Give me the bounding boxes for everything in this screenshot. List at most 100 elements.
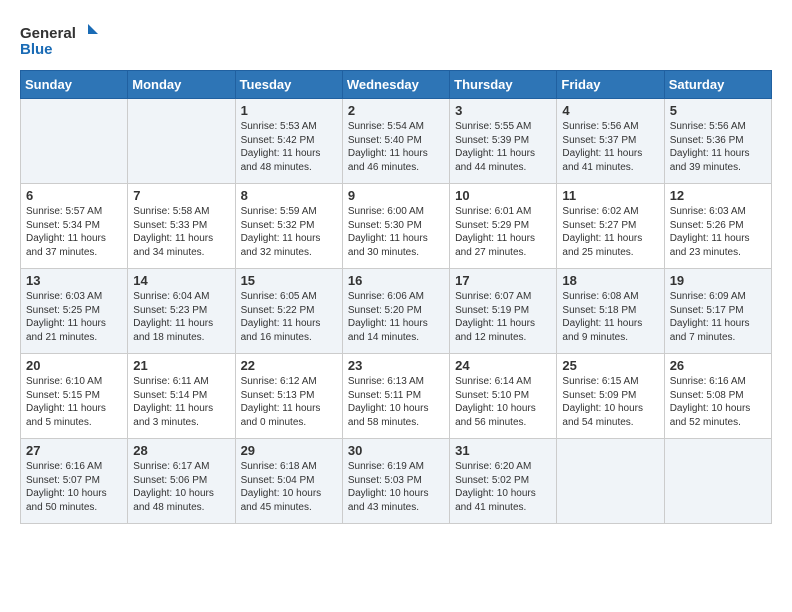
- day-number: 6: [26, 188, 122, 203]
- weekday-header-tuesday: Tuesday: [235, 71, 342, 99]
- logo-svg: GeneralBlue: [20, 20, 100, 60]
- weekday-header-sunday: Sunday: [21, 71, 128, 99]
- day-info: Sunrise: 6:04 AMSunset: 5:23 PMDaylight:…: [133, 290, 229, 344]
- week-row-3: 13Sunrise: 6:03 AMSunset: 5:25 PMDayligh…: [21, 269, 772, 354]
- day-info: Sunrise: 6:09 AMSunset: 5:17 PMDaylight:…: [670, 290, 766, 344]
- day-number: 14: [133, 273, 229, 288]
- day-number: 31: [455, 443, 551, 458]
- day-cell: 24 Sunrise: 6:14 AMSunset: 5:10 PMDayligh…: [450, 354, 557, 439]
- day-cell: 28 Sunrise: 6:17 AMSunset: 5:06 PMDayligh…: [128, 439, 235, 524]
- day-cell: 31 Sunrise: 6:20 AMSunset: 5:02 PMDayligh…: [450, 439, 557, 524]
- day-cell: 7 Sunrise: 5:58 AMSunset: 5:33 PMDaylight…: [128, 184, 235, 269]
- day-cell: 8 Sunrise: 5:59 AMSunset: 5:32 PMDaylight…: [235, 184, 342, 269]
- day-number: 10: [455, 188, 551, 203]
- day-cell: 25 Sunrise: 6:15 AMSunset: 5:09 PMDayligh…: [557, 354, 664, 439]
- day-number: 21: [133, 358, 229, 373]
- day-cell: 20Sunrise: 6:10 AMSunset: 5:15 PMDayligh…: [21, 354, 128, 439]
- day-cell: 22Sunrise: 6:12 AMSunset: 5:13 PMDayligh…: [235, 354, 342, 439]
- day-cell: 29 Sunrise: 6:18 AMSunset: 5:04 PMDayligh…: [235, 439, 342, 524]
- calendar-table: SundayMondayTuesdayWednesdayThursdayFrid…: [20, 70, 772, 524]
- day-info: Sunrise: 5:56 AMSunset: 5:36 PMDaylight:…: [670, 120, 766, 174]
- day-info: Sunrise: 5:54 AMSunset: 5:40 PMDaylight:…: [348, 120, 444, 174]
- day-info: Sunrise: 6:16 AMSunset: 5:08 PMDaylight:…: [670, 375, 766, 429]
- day-number: 3: [455, 103, 551, 118]
- day-cell: 13Sunrise: 6:03 AMSunset: 5:25 PMDayligh…: [21, 269, 128, 354]
- day-number: 26: [670, 358, 766, 373]
- week-row-5: 27 Sunrise: 6:16 AMSunset: 5:07 PMDayligh…: [21, 439, 772, 524]
- day-number: 11: [562, 188, 658, 203]
- day-info: Sunrise: 6:10 AMSunset: 5:15 PMDaylight:…: [26, 375, 122, 429]
- week-row-2: 6 Sunrise: 5:57 AMSunset: 5:34 PMDaylight…: [21, 184, 772, 269]
- day-number: 17: [455, 273, 551, 288]
- weekday-header-row: SundayMondayTuesdayWednesdayThursdayFrid…: [21, 71, 772, 99]
- day-cell: [21, 99, 128, 184]
- day-cell: 18Sunrise: 6:08 AMSunset: 5:18 PMDayligh…: [557, 269, 664, 354]
- day-info: Sunrise: 5:58 AMSunset: 5:33 PMDaylight:…: [133, 205, 229, 259]
- day-info: Sunrise: 6:03 AMSunset: 5:26 PMDaylight:…: [670, 205, 766, 259]
- day-info: Sunrise: 6:19 AMSunset: 5:03 PMDaylight:…: [348, 460, 444, 514]
- day-cell: 5Sunrise: 5:56 AMSunset: 5:36 PMDaylight…: [664, 99, 771, 184]
- day-info: Sunrise: 6:07 AMSunset: 5:19 PMDaylight:…: [455, 290, 551, 344]
- day-number: 24: [455, 358, 551, 373]
- weekday-header-monday: Monday: [128, 71, 235, 99]
- day-number: 8: [241, 188, 337, 203]
- day-cell: 2 Sunrise: 5:54 AMSunset: 5:40 PMDaylight…: [342, 99, 449, 184]
- day-info: Sunrise: 6:17 AMSunset: 5:06 PMDaylight:…: [133, 460, 229, 514]
- day-cell: 17 Sunrise: 6:07 AMSunset: 5:19 PMDayligh…: [450, 269, 557, 354]
- day-cell: 16 Sunrise: 6:06 AMSunset: 5:20 PMDayligh…: [342, 269, 449, 354]
- day-number: 25: [562, 358, 658, 373]
- day-cell: 30 Sunrise: 6:19 AMSunset: 5:03 PMDayligh…: [342, 439, 449, 524]
- day-cell: 6 Sunrise: 5:57 AMSunset: 5:34 PMDaylight…: [21, 184, 128, 269]
- day-cell: 14 Sunrise: 6:04 AMSunset: 5:23 PMDayligh…: [128, 269, 235, 354]
- day-cell: 11 Sunrise: 6:02 AMSunset: 5:27 PMDayligh…: [557, 184, 664, 269]
- day-cell: 27 Sunrise: 6:16 AMSunset: 5:07 PMDayligh…: [21, 439, 128, 524]
- day-cell: 12 Sunrise: 6:03 AMSunset: 5:26 PMDayligh…: [664, 184, 771, 269]
- day-number: 2: [348, 103, 444, 118]
- day-cell: 10 Sunrise: 6:01 AMSunset: 5:29 PMDayligh…: [450, 184, 557, 269]
- day-number: 23: [348, 358, 444, 373]
- svg-text:General: General: [20, 25, 76, 42]
- day-info: Sunrise: 5:56 AMSunset: 5:37 PMDaylight:…: [562, 120, 658, 174]
- day-number: 12: [670, 188, 766, 203]
- day-cell: [557, 439, 664, 524]
- day-cell: 23Sunrise: 6:13 AMSunset: 5:11 PMDayligh…: [342, 354, 449, 439]
- day-info: Sunrise: 6:16 AMSunset: 5:07 PMDaylight:…: [26, 460, 122, 514]
- day-number: 16: [348, 273, 444, 288]
- day-info: Sunrise: 6:01 AMSunset: 5:29 PMDaylight:…: [455, 205, 551, 259]
- day-number: 27: [26, 443, 122, 458]
- day-info: Sunrise: 5:57 AMSunset: 5:34 PMDaylight:…: [26, 205, 122, 259]
- day-info: Sunrise: 5:53 AMSunset: 5:42 PMDaylight:…: [241, 120, 337, 174]
- day-info: Sunrise: 6:05 AMSunset: 5:22 PMDaylight:…: [241, 290, 337, 344]
- day-number: 30: [348, 443, 444, 458]
- day-info: Sunrise: 6:14 AMSunset: 5:10 PMDaylight:…: [455, 375, 551, 429]
- day-cell: 9Sunrise: 6:00 AMSunset: 5:30 PMDaylight…: [342, 184, 449, 269]
- day-info: Sunrise: 6:08 AMSunset: 5:18 PMDaylight:…: [562, 290, 658, 344]
- week-row-4: 20Sunrise: 6:10 AMSunset: 5:15 PMDayligh…: [21, 354, 772, 439]
- day-number: 28: [133, 443, 229, 458]
- day-info: Sunrise: 6:03 AMSunset: 5:25 PMDaylight:…: [26, 290, 122, 344]
- day-number: 29: [241, 443, 337, 458]
- day-cell: 3 Sunrise: 5:55 AMSunset: 5:39 PMDaylight…: [450, 99, 557, 184]
- day-info: Sunrise: 6:20 AMSunset: 5:02 PMDaylight:…: [455, 460, 551, 514]
- day-cell: 15 Sunrise: 6:05 AMSunset: 5:22 PMDayligh…: [235, 269, 342, 354]
- day-number: 19: [670, 273, 766, 288]
- day-cell: 4Sunrise: 5:56 AMSunset: 5:37 PMDaylight…: [557, 99, 664, 184]
- day-info: Sunrise: 6:15 AMSunset: 5:09 PMDaylight:…: [562, 375, 658, 429]
- day-number: 15: [241, 273, 337, 288]
- day-info: Sunrise: 6:06 AMSunset: 5:20 PMDaylight:…: [348, 290, 444, 344]
- weekday-header-thursday: Thursday: [450, 71, 557, 99]
- day-cell: [664, 439, 771, 524]
- day-cell: 26 Sunrise: 6:16 AMSunset: 5:08 PMDayligh…: [664, 354, 771, 439]
- day-number: 1: [241, 103, 337, 118]
- day-info: Sunrise: 6:12 AMSunset: 5:13 PMDaylight:…: [241, 375, 337, 429]
- day-info: Sunrise: 6:18 AMSunset: 5:04 PMDaylight:…: [241, 460, 337, 514]
- day-info: Sunrise: 5:59 AMSunset: 5:32 PMDaylight:…: [241, 205, 337, 259]
- day-cell: 19 Sunrise: 6:09 AMSunset: 5:17 PMDayligh…: [664, 269, 771, 354]
- day-info: Sunrise: 5:55 AMSunset: 5:39 PMDaylight:…: [455, 120, 551, 174]
- day-info: Sunrise: 6:02 AMSunset: 5:27 PMDaylight:…: [562, 205, 658, 259]
- day-number: 7: [133, 188, 229, 203]
- day-cell: 1 Sunrise: 5:53 AMSunset: 5:42 PMDaylight…: [235, 99, 342, 184]
- header: GeneralBlue: [20, 20, 772, 60]
- svg-text:Blue: Blue: [20, 41, 53, 58]
- logo: GeneralBlue: [20, 20, 100, 60]
